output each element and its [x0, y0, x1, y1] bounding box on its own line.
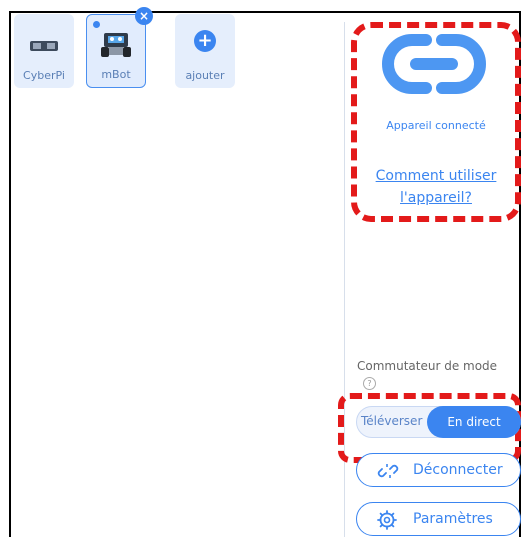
device-label-mbot: mBot: [101, 68, 131, 81]
frame-top-border: [9, 11, 521, 13]
device-tile-mbot[interactable]: × mBot: [86, 7, 153, 88]
connection-status-text: Appareil connecté: [386, 119, 486, 132]
unlink-icon: [377, 464, 399, 478]
settings-label: Paramètres: [413, 511, 493, 527]
disconnect-button[interactable]: Déconnecter: [356, 453, 521, 487]
help-link-line1[interactable]: Comment utiliser: [352, 165, 520, 187]
help-link-line2[interactable]: l'appareil?: [352, 187, 520, 209]
mode-live-option[interactable]: En direct: [427, 406, 521, 438]
mode-switch-title: Commutateur de mode: [357, 359, 498, 373]
device-tile-cyberpi[interactable]: CyberPi: [14, 14, 74, 88]
add-device-label: ajouter: [185, 69, 225, 82]
link-icon: [382, 34, 486, 94]
remove-device-button[interactable]: ×: [135, 7, 153, 25]
gear-icon: [377, 510, 397, 530]
frame-left-border: [9, 11, 11, 537]
mode-toggle[interactable]: Téléverser En direct: [356, 406, 521, 438]
disconnect-label: Déconnecter: [413, 462, 503, 478]
cyberpi-device-icon: [30, 41, 58, 51]
connected-dot-icon: [93, 21, 100, 28]
settings-button[interactable]: Paramètres: [356, 502, 521, 536]
mode-upload-option[interactable]: Téléverser: [361, 414, 422, 428]
mbot-robot-icon: [101, 33, 131, 57]
help-icon[interactable]: ?: [363, 377, 376, 390]
device-label-cyberpi: CyberPi: [23, 69, 65, 82]
help-device-link[interactable]: Comment utiliser l'appareil?: [352, 165, 520, 209]
plus-icon: +: [194, 30, 216, 52]
device-tile-add[interactable]: + ajouter: [175, 14, 235, 88]
